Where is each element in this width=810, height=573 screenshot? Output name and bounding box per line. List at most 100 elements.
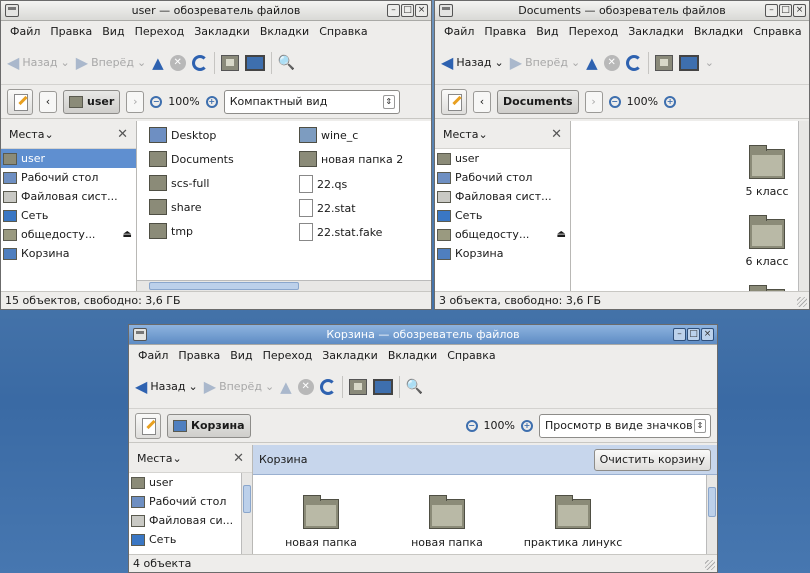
list-item[interactable]: 22.stat bbox=[299, 199, 356, 217]
close-sidebar-icon[interactable]: ✕ bbox=[551, 127, 562, 142]
maximize-button[interactable]: □ bbox=[779, 4, 792, 17]
vertical-scrollbar[interactable] bbox=[706, 475, 717, 554]
stop-icon[interactable]: ✕ bbox=[297, 378, 314, 395]
zoom-in-icon[interactable]: + bbox=[205, 95, 218, 108]
sidebar-item-user[interactable]: user bbox=[1, 149, 136, 168]
sidebar-title[interactable]: Места⌄ bbox=[9, 128, 54, 141]
menu-bookmarks[interactable]: Закладки bbox=[317, 349, 383, 362]
zoom-out-icon[interactable]: − bbox=[608, 95, 621, 108]
view-mode-select[interactable]: Просмотр в виде значков ⇕ bbox=[539, 413, 711, 438]
reload-icon[interactable] bbox=[625, 54, 642, 71]
eject-icon[interactable]: ⏏ bbox=[123, 229, 132, 240]
path-right-button[interactable]: › bbox=[584, 90, 603, 113]
view-mode-select[interactable]: Компактный вид ⇕ bbox=[223, 89, 400, 114]
list-item[interactable]: Desktop bbox=[149, 127, 216, 143]
empty-trash-button[interactable]: Очистить корзину bbox=[593, 448, 711, 471]
resize-grip[interactable] bbox=[797, 297, 807, 307]
forward-button[interactable]: ▶ Вперёд ⌄ bbox=[204, 377, 274, 396]
menu-help[interactable]: Справка bbox=[748, 25, 806, 38]
sidebar-item-filesystem[interactable]: Файловая сист... bbox=[1, 187, 136, 206]
zoom-in-icon[interactable]: + bbox=[664, 95, 677, 108]
home-icon[interactable] bbox=[220, 54, 239, 71]
search-icon[interactable]: 🔍 bbox=[406, 379, 423, 395]
maximize-button[interactable]: □ bbox=[687, 328, 700, 341]
path-button-documents[interactable]: Documents bbox=[497, 89, 579, 114]
path-left-button[interactable]: ‹ bbox=[473, 90, 491, 113]
sidebar-title[interactable]: Места⌄ bbox=[443, 128, 488, 141]
list-item[interactable]: share bbox=[149, 199, 202, 215]
close-sidebar-icon[interactable]: ✕ bbox=[117, 127, 128, 142]
scrollbar-thumb[interactable] bbox=[149, 282, 299, 290]
menu-help[interactable]: Справка bbox=[442, 349, 500, 362]
sidebar-item-user[interactable]: user bbox=[435, 149, 570, 168]
eject-icon[interactable]: ⏏ bbox=[557, 229, 566, 240]
back-button[interactable]: ◀ Назад ⌄ bbox=[7, 53, 70, 72]
vertical-scrollbar[interactable] bbox=[241, 473, 252, 554]
file-label[interactable]: 6 класс bbox=[731, 255, 803, 268]
sidebar-item-network[interactable]: Сеть bbox=[1, 206, 136, 225]
home-icon[interactable] bbox=[348, 378, 367, 395]
titlebar[interactable]: user — обозреватель файлов – □ × bbox=[1, 1, 431, 21]
menu-tabs[interactable]: Вкладки bbox=[255, 25, 314, 38]
up-icon[interactable]: ▲ bbox=[586, 54, 598, 72]
folder-icon[interactable] bbox=[429, 495, 465, 529]
file-label[interactable]: 5 класс bbox=[731, 185, 803, 198]
up-icon[interactable]: ▲ bbox=[152, 54, 164, 72]
edit-location-button[interactable] bbox=[135, 412, 161, 439]
list-item[interactable]: Documents bbox=[149, 151, 234, 167]
sidebar-item-shared[interactable]: общедосту... ⏏ bbox=[1, 225, 136, 244]
list-item[interactable]: wine_c bbox=[299, 127, 358, 143]
menu-file[interactable]: Файл bbox=[133, 349, 173, 362]
folder-icon[interactable] bbox=[555, 495, 591, 529]
sidebar-item-desktop[interactable]: Рабочий стол bbox=[1, 168, 136, 187]
resize-grip[interactable] bbox=[705, 560, 715, 570]
menu-tabs[interactable]: Вкладки bbox=[383, 349, 442, 362]
menu-bookmarks[interactable]: Закладки bbox=[623, 25, 689, 38]
menu-edit[interactable]: Правка bbox=[479, 25, 531, 38]
path-button-trash[interactable]: Корзина bbox=[167, 413, 251, 438]
menu-file[interactable]: Файл bbox=[5, 25, 45, 38]
stop-icon[interactable]: ✕ bbox=[169, 54, 186, 71]
menu-edit[interactable]: Правка bbox=[173, 349, 225, 362]
menu-view[interactable]: Вид bbox=[225, 349, 257, 362]
scrollbar-thumb[interactable] bbox=[243, 485, 251, 513]
folder-icon[interactable] bbox=[749, 215, 785, 249]
file-label[interactable]: новая папка bbox=[399, 536, 495, 549]
menu-help[interactable]: Справка bbox=[314, 25, 372, 38]
edit-location-button[interactable] bbox=[441, 88, 467, 115]
computer-icon[interactable] bbox=[372, 378, 393, 395]
minimize-button[interactable]: – bbox=[387, 4, 400, 17]
sidebar-item-network[interactable]: Сеть bbox=[435, 206, 570, 225]
list-item[interactable]: новая папка 2 bbox=[299, 151, 403, 167]
zoom-in-icon[interactable]: + bbox=[521, 419, 533, 432]
minimize-button[interactable]: – bbox=[765, 4, 778, 17]
reload-icon[interactable] bbox=[319, 378, 336, 395]
sidebar-item-shared[interactable]: общедосту... ⏏ bbox=[435, 225, 570, 244]
list-item[interactable]: scs-full bbox=[149, 175, 209, 191]
folder-icon[interactable] bbox=[303, 495, 339, 529]
sidebar-title[interactable]: Места⌄ bbox=[137, 452, 182, 465]
up-icon[interactable]: ▲ bbox=[280, 378, 292, 396]
back-button[interactable]: ◀ Назад ⌄ bbox=[135, 377, 198, 396]
list-item[interactable]: 22.qs bbox=[299, 175, 347, 193]
minimize-button[interactable]: – bbox=[673, 328, 686, 341]
path-left-button[interactable]: ‹ bbox=[39, 90, 57, 113]
menu-view[interactable]: Вид bbox=[531, 25, 563, 38]
forward-button[interactable]: ▶ Вперёд ⌄ bbox=[76, 53, 146, 72]
home-icon[interactable] bbox=[654, 54, 673, 71]
stop-icon[interactable]: ✕ bbox=[603, 54, 620, 71]
menu-go[interactable]: Переход bbox=[130, 25, 190, 38]
menu-go[interactable]: Переход bbox=[258, 349, 318, 362]
titlebar[interactable]: Documents — обозреватель файлов – □ × bbox=[435, 1, 809, 21]
list-item[interactable]: 22.stat.fake bbox=[299, 223, 382, 241]
vertical-scrollbar[interactable] bbox=[798, 121, 809, 291]
close-button[interactable]: × bbox=[793, 4, 806, 17]
sidebar-item-trash[interactable]: Корзина bbox=[435, 244, 570, 263]
scrollbar-thumb[interactable] bbox=[708, 487, 716, 517]
path-button-user[interactable]: user bbox=[63, 89, 121, 114]
horizontal-scrollbar[interactable] bbox=[137, 280, 431, 291]
sidebar-item-user[interactable]: user bbox=[129, 473, 252, 492]
menu-file[interactable]: Файл bbox=[439, 25, 479, 38]
search-icon[interactable]: 🔍 bbox=[278, 55, 295, 71]
chevron-down-icon[interactable]: ⌄ bbox=[705, 56, 714, 69]
